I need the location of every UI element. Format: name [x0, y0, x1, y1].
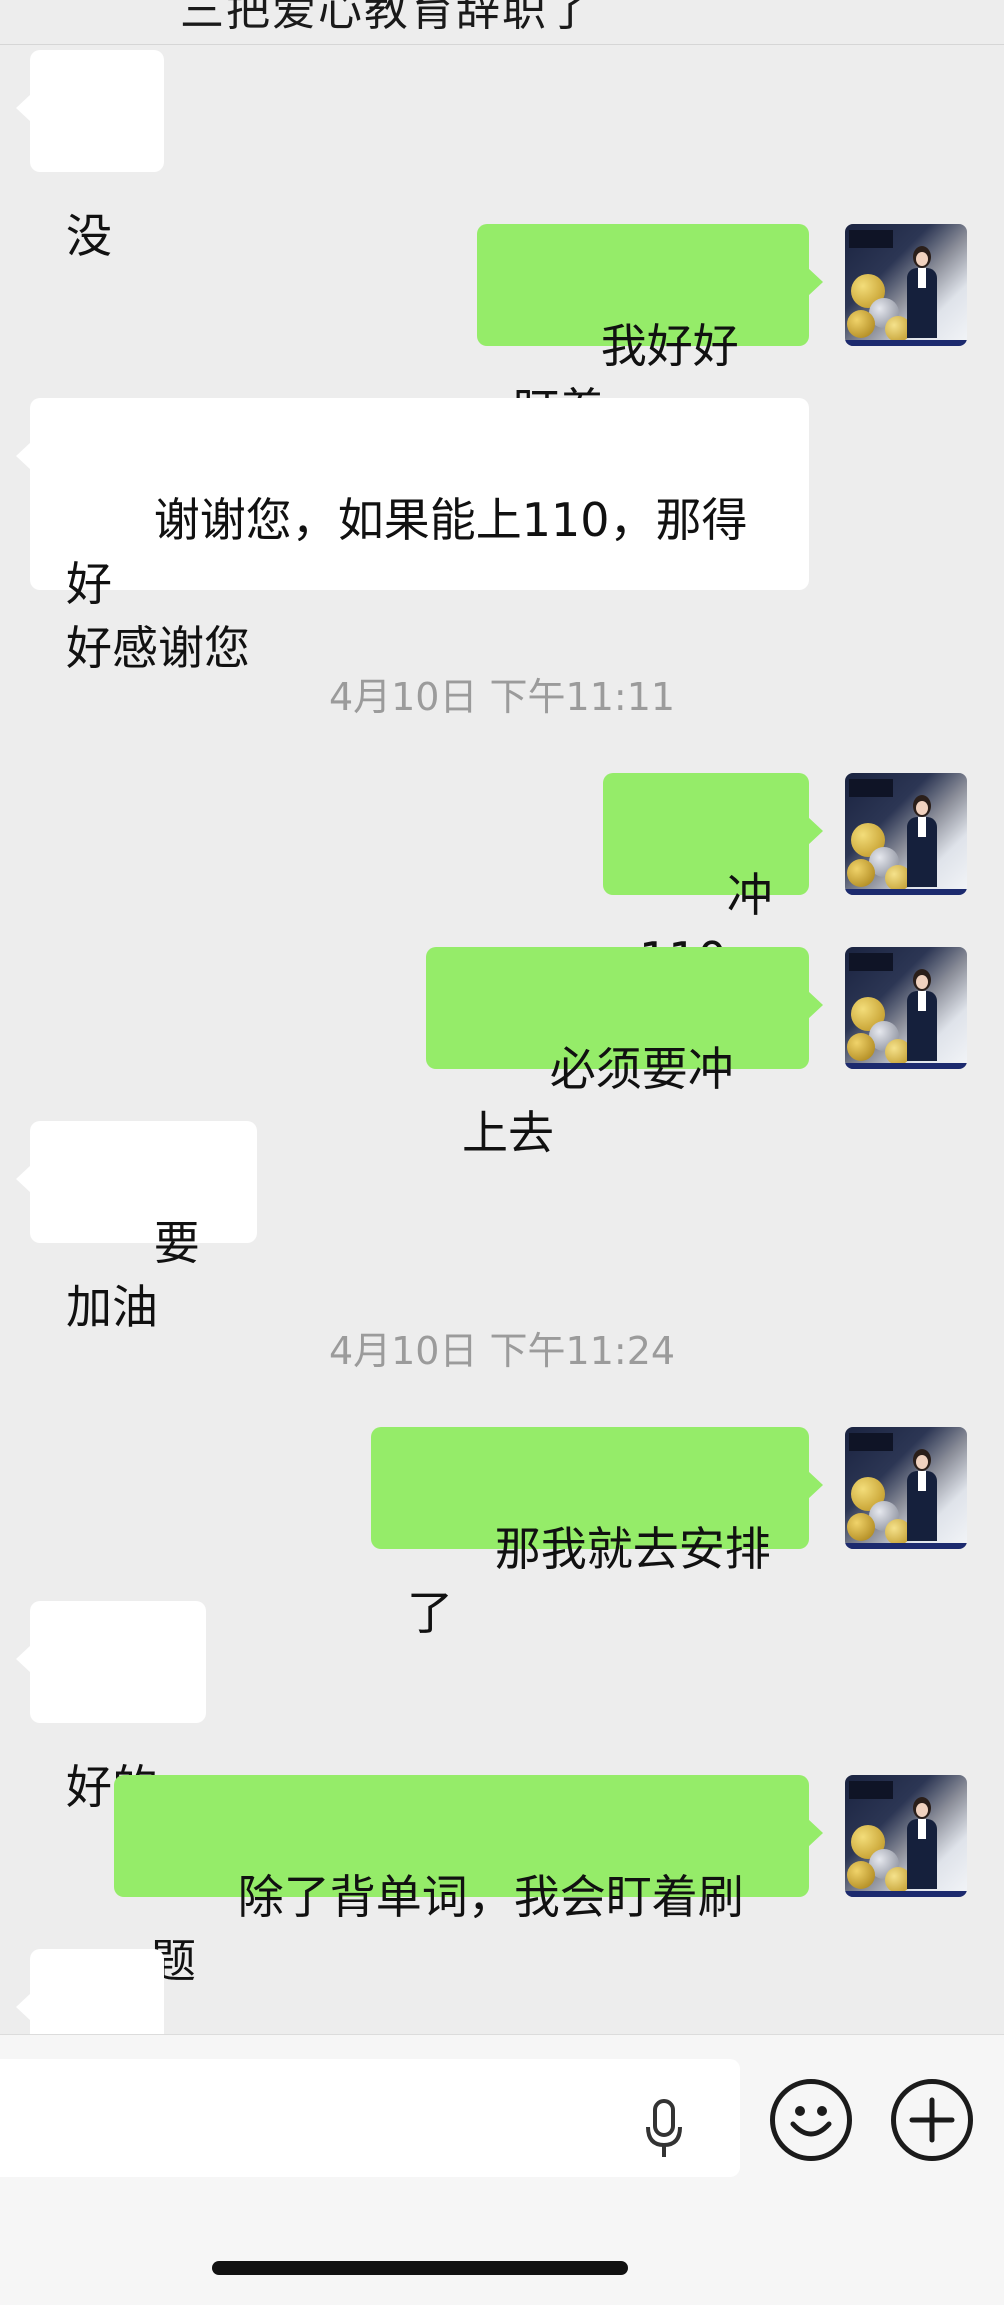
incoming-message-bubble[interactable]: 要加油 [16, 1121, 257, 1334]
avatar[interactable] [845, 947, 967, 1069]
incoming-message-bubble[interactable]: 没 [16, 50, 164, 263]
message-text: 没 [66, 209, 112, 263]
emoji-icon [790, 2106, 832, 2137]
message-text: 谢谢您，如果能上110，那得好 好感谢您 [66, 493, 748, 675]
input-bar [0, 2034, 1004, 2305]
incoming-message-bubble[interactable]: 好的 [16, 1601, 206, 1814]
incoming-message-bubble[interactable]: 谢谢您，如果能上110，那得好 好感谢您 [16, 398, 809, 675]
chat-header: 三把爱心教育辞职了 [0, 0, 1004, 45]
message-text: 要加油 [66, 1216, 200, 1334]
message-text: 必须要冲上去 [462, 1042, 734, 1160]
outgoing-message-bubble[interactable]: 必须要冲上去 [426, 947, 823, 1160]
avatar[interactable] [845, 1427, 967, 1549]
message-timestamp: 4月10日 下午11:11 [328, 675, 676, 719]
avatar[interactable] [845, 224, 967, 346]
outgoing-message-bubble[interactable]: 除了背单词，我会盯着刷题 [114, 1775, 823, 1988]
chat-title: 三把爱心教育辞职了 [180, 0, 594, 36]
message-list[interactable]: 没 我好好盯着 谢谢您，如果能上110，那得好 好感谢您 4月10日 下午11:… [0, 44, 1004, 2034]
emoji-button[interactable] [770, 2079, 852, 2161]
outgoing-message-bubble[interactable]: 我好好盯着 [477, 224, 823, 437]
avatar[interactable] [845, 1775, 967, 1897]
message-text: 那我就去安排了 [407, 1522, 771, 1640]
home-indicator[interactable] [212, 2261, 628, 2275]
microphone-icon[interactable] [644, 2099, 684, 2159]
avatar[interactable] [845, 773, 967, 895]
outgoing-message-bubble[interactable]: 冲110 [603, 773, 823, 986]
message-text: 除了背单词，我会盯着刷题 [150, 1870, 744, 1988]
message-input[interactable] [0, 2059, 740, 2177]
more-button[interactable] [891, 2079, 973, 2161]
incoming-message-bubble[interactable]: 👌 [16, 1949, 164, 2034]
plus-icon [909, 2097, 955, 2143]
message-timestamp: 4月10日 下午11:24 [328, 1329, 676, 1373]
outgoing-message-bubble[interactable]: 那我就去安排了 [371, 1427, 823, 1640]
